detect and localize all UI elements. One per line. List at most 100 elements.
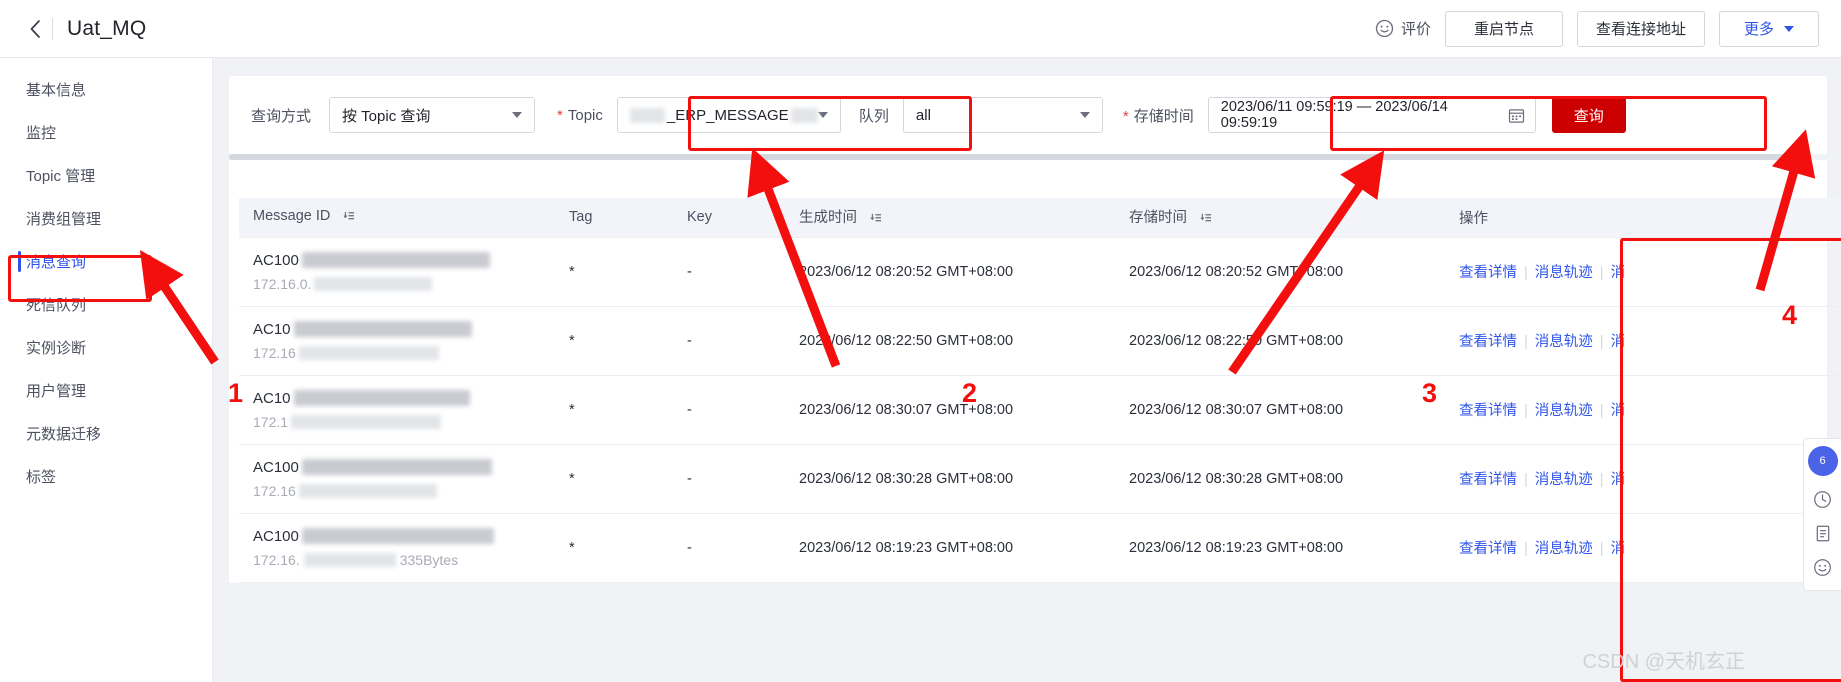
rate-button[interactable]: 评价 [1375, 18, 1431, 39]
sidebar-item-label: 死信队列 [26, 297, 87, 314]
queue-select[interactable]: all [902, 97, 1103, 133]
sidebar-item-label: 元数据迁移 [26, 426, 102, 443]
row-action-view-detail[interactable]: 查看详情 [1459, 265, 1517, 281]
clock-icon[interactable] [1808, 482, 1838, 516]
sort-icon[interactable] [869, 212, 882, 228]
row-action-resend[interactable]: 消 [1611, 472, 1626, 488]
store-time-range-input[interactable]: 2023/06/11 09:59:19 — 2023/06/14 09:59:1… [1207, 97, 1536, 133]
query-panel: 查询方式 按 Topic 查询 Topic _ERP_MESSAGE 队列 al… [229, 76, 1841, 583]
row-action-resend[interactable]: 消 [1611, 403, 1626, 419]
message-ip-mask [303, 552, 396, 567]
row-action-message-trace[interactable]: 消息轨迹 [1535, 334, 1593, 350]
row-action-resend[interactable]: 消 [1611, 265, 1626, 281]
message-id-value: AC100 [253, 528, 541, 545]
page-title: Uat_MQ [67, 16, 147, 40]
scrollbar-thumb[interactable] [229, 154, 1792, 160]
chevron-down-icon [1784, 25, 1794, 32]
message-ip-mask [298, 345, 439, 360]
document-icon[interactable] [1808, 516, 1838, 550]
column-message-id[interactable]: Message ID [239, 198, 555, 238]
cell-create-time: 2023/06/12 08:22:50 GMT+08:00 [785, 306, 1115, 376]
sidebar-item-label: 用户管理 [26, 383, 87, 400]
cell-store-time: 2023/06/12 08:22:50 GMT+08:00 [1115, 306, 1445, 376]
sidebar-nav: 基本信息 监控 Topic 管理 消费组管理 消息查询 死信队列 实例诊断 用户… [0, 58, 213, 682]
topic-select[interactable]: _ERP_MESSAGE [616, 97, 841, 133]
sort-icon[interactable] [342, 210, 355, 226]
cell-message-id: AC10 172.16 [239, 306, 555, 376]
message-id-value: AC10 [253, 390, 541, 407]
main-content: 查询方式 按 Topic 查询 Topic _ERP_MESSAGE 队列 al… [213, 58, 1841, 682]
message-id-value: AC100 [253, 459, 541, 476]
smiley-icon[interactable] [1808, 550, 1838, 584]
message-ip-value: 172.16 [253, 483, 541, 499]
op-separator: | [1524, 541, 1528, 557]
op-separator: | [1524, 334, 1528, 350]
view-endpoint-button[interactable]: 查看连接地址 [1576, 10, 1705, 47]
cell-create-time: 2023/06/12 08:30:28 GMT+08:00 [785, 444, 1115, 514]
column-create-time[interactable]: 生成时间 [785, 198, 1115, 238]
sidebar-item-basic-info[interactable]: 基本信息 [0, 68, 212, 111]
message-ip-value: 172.16. 335Bytes [253, 551, 459, 568]
search-button[interactable]: 查询 [1551, 97, 1626, 133]
row-action-view-detail[interactable]: 查看详情 [1459, 541, 1517, 557]
cell-message-id: AC100 172.16.0. [239, 237, 555, 307]
cell-operations: 查看详情 | 消息轨迹 | 消 [1445, 375, 1841, 445]
sidebar-item-dead-letter-queue[interactable]: 死信队列 [0, 283, 212, 326]
cell-store-time: 2023/06/12 08:19:23 GMT+08:00 [1115, 513, 1445, 583]
message-id-mask [293, 321, 472, 337]
row-action-message-trace[interactable]: 消息轨迹 [1535, 265, 1593, 281]
row-action-view-detail[interactable]: 查看详情 [1459, 403, 1517, 419]
message-table-container: Message ID Tag Key 生成时间 存储时间 操作 AC100 17… [229, 198, 1841, 583]
table-row[interactable]: AC10 172.1 * - 2023/06/12 08:30:07 GMT+0… [239, 375, 1841, 445]
message-ip-mask [298, 483, 437, 498]
row-action-view-detail[interactable]: 查看详情 [1459, 334, 1517, 350]
row-action-message-trace[interactable]: 消息轨迹 [1535, 403, 1593, 419]
cell-operations: 查看详情 | 消息轨迹 | 消 [1445, 444, 1841, 514]
row-action-message-trace[interactable]: 消息轨迹 [1535, 472, 1593, 488]
row-action-message-trace[interactable]: 消息轨迹 [1535, 541, 1593, 557]
sidebar-item-instance-diagnosis[interactable]: 实例诊断 [0, 326, 212, 369]
message-ip-value: 172.16.0. [253, 276, 541, 292]
row-action-resend[interactable]: 消 [1611, 541, 1626, 557]
back-button[interactable] [22, 16, 48, 42]
header-actions: 评价 重启节点 查看连接地址 更多 [1375, 10, 1841, 47]
table-row[interactable]: AC100 172.16.0. * - 2023/06/12 08:20:52 … [239, 237, 1841, 307]
message-id-mask [301, 459, 492, 475]
sidebar-item-consumer-group[interactable]: 消费组管理 [0, 197, 212, 240]
sidebar-item-metadata-migration[interactable]: 元数据迁移 [0, 412, 212, 455]
table-row[interactable]: AC100 172.16. 335Bytes * - 2023/06/12 08… [239, 513, 1841, 583]
sidebar-item-label: 监控 [26, 125, 57, 142]
column-key: Key [673, 198, 785, 238]
sidebar-item-topic-management[interactable]: Topic 管理 [0, 154, 212, 197]
more-menu-button[interactable]: 更多 [1719, 10, 1819, 47]
op-separator: | [1599, 403, 1604, 419]
sort-icon[interactable] [1199, 212, 1212, 228]
queue-label: 队列 [858, 107, 889, 125]
cell-operations: 查看详情 | 消息轨迹 | 消 [1445, 237, 1841, 307]
calendar-icon [1508, 107, 1525, 124]
message-id-value: AC100 [253, 252, 541, 269]
cell-operations: 查看详情 | 消息轨迹 | 消 [1445, 306, 1841, 376]
row-action-view-detail[interactable]: 查看详情 [1459, 472, 1517, 488]
restart-node-button[interactable]: 重启节点 [1444, 10, 1563, 47]
sidebar-item-tags[interactable]: 标签 [0, 455, 212, 498]
query-mode-select[interactable]: 按 Topic 查询 [329, 97, 536, 133]
rate-label: 评价 [1400, 21, 1431, 38]
table-row[interactable]: AC100 172.16 * - 2023/06/12 08:30:28 GMT… [239, 444, 1841, 514]
notification-badge[interactable]: 6 [1807, 446, 1838, 476]
sidebar-item-label: Topic 管理 [26, 168, 96, 185]
row-action-resend[interactable]: 消 [1611, 334, 1626, 350]
store-time-value: 2023/06/11 09:59:19 — 2023/06/14 09:59:1… [1220, 99, 1448, 131]
cell-tag: * [555, 237, 673, 307]
floating-side-toolbar: 6 [1803, 438, 1841, 591]
chevron-down-icon [1079, 112, 1090, 118]
query-mode-label: 查询方式 [251, 107, 312, 125]
column-store-time[interactable]: 存储时间 [1115, 198, 1445, 238]
sidebar-item-monitor[interactable]: 监控 [0, 111, 212, 154]
top-header-bar: Uat_MQ 评价 重启节点 查看连接地址 更多 [0, 0, 1841, 58]
table-row[interactable]: AC10 172.16 * - 2023/06/12 08:22:50 GMT+… [239, 306, 1841, 376]
sidebar-item-user-management[interactable]: 用户管理 [0, 369, 212, 412]
sidebar-item-message-query[interactable]: 消息查询 [0, 240, 212, 283]
horizontal-scrollbar[interactable] [229, 154, 1827, 160]
message-ip-value: 172.1 [253, 414, 541, 430]
